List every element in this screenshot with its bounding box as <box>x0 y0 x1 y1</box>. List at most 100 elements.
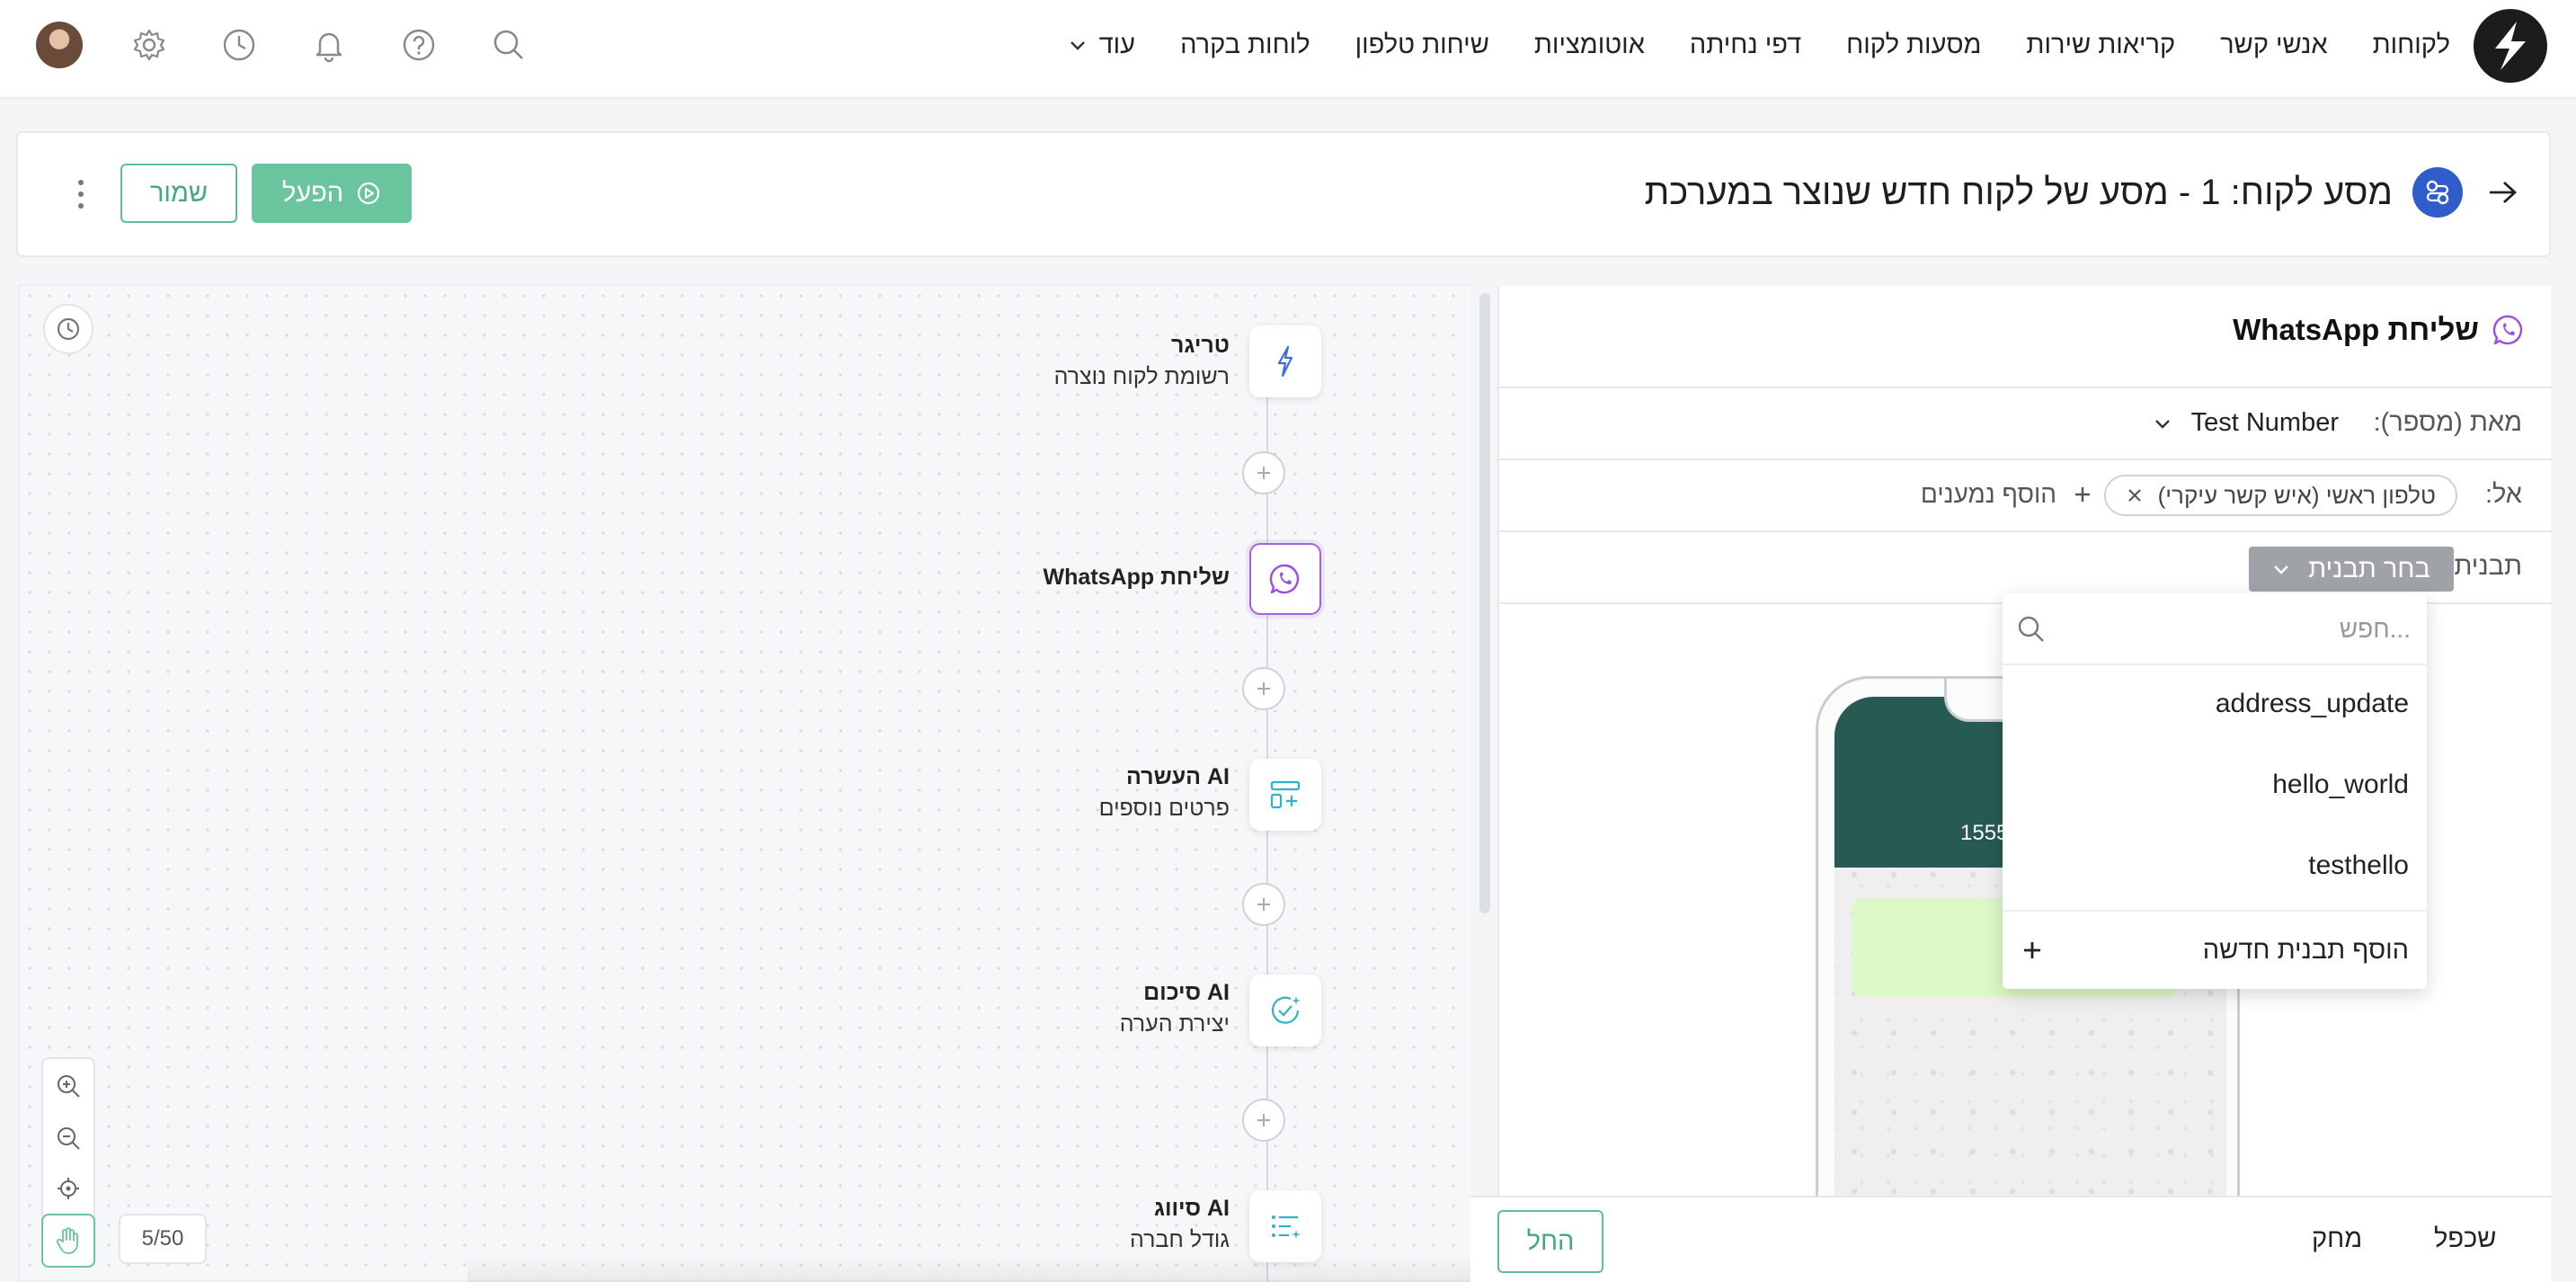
canvas-scrollbar[interactable] <box>1479 293 1490 913</box>
nav-item-dashboards[interactable]: לוחות בקרה <box>1180 31 1310 60</box>
ai-enrich-node-text: AI העשרה פרטים נוספים <box>1099 764 1230 822</box>
journey-title-bar: מסע לקוח: 1 - מסע של לקוח חדש שנוצר במער… <box>16 131 2551 257</box>
add-step-button[interactable] <box>1242 883 1285 926</box>
logo-icon <box>2495 22 2526 70</box>
plus-icon <box>1257 467 1270 479</box>
back-arrow-icon[interactable] <box>2483 173 2522 212</box>
nav-item-phone-calls[interactable]: שיחות טלפון <box>1355 31 1489 60</box>
divider <box>1499 458 2553 460</box>
whatsapp-node[interactable] <box>1249 543 1321 615</box>
trigger-node[interactable] <box>1249 325 1321 397</box>
clock-icon[interactable] <box>214 20 264 70</box>
from-label: מאת (מספר): <box>2373 408 2522 437</box>
node-title: שליחת WhatsApp <box>1043 565 1230 590</box>
help-icon[interactable] <box>394 20 444 70</box>
recipient-chip: טלפון ראשי (איש קשר עיקרי) <box>2103 475 2457 516</box>
more-options-icon[interactable] <box>70 176 92 212</box>
template-option[interactable]: testhello <box>2308 850 2409 881</box>
node-subtitle: גודל חברה <box>1130 1227 1230 1252</box>
search-icon[interactable] <box>484 20 534 70</box>
plus-icon <box>1257 1114 1270 1126</box>
close-icon[interactable] <box>2126 486 2144 504</box>
node-title: טריגר <box>1170 333 1230 358</box>
delete-button[interactable]: מחק <box>2312 1224 2362 1254</box>
play-circle-icon <box>358 182 380 205</box>
nav-item-contacts[interactable]: אנשי קשר <box>2220 31 2327 60</box>
whatsapp-icon <box>2492 315 2523 345</box>
add-step-button[interactable] <box>1242 667 1285 710</box>
node-subtitle: רשומת לקוח נוצרה <box>1053 364 1230 389</box>
node-subtitle: יצירת הערה <box>1119 1011 1230 1037</box>
node-title: AI העשרה <box>1126 764 1230 789</box>
app-logo[interactable] <box>2474 9 2547 83</box>
add-step-button[interactable] <box>1242 451 1285 494</box>
chevron-down-icon <box>2154 419 2170 429</box>
nav-item-landing-pages[interactable]: דפי נחיתה <box>1690 31 1801 60</box>
plus-icon <box>1257 898 1270 911</box>
duplicate-button[interactable]: שכפל <box>2434 1224 2496 1254</box>
main-menu: לקוחות אנשי קשר קריאות שירות מסעות לקוח … <box>1069 0 2450 90</box>
chat-phone-number: 1555 <box>1960 821 2009 845</box>
template-option[interactable]: hello_world <box>2272 770 2409 800</box>
add-step-button[interactable] <box>1242 1099 1285 1142</box>
divider <box>1499 387 2553 388</box>
zoom-in-icon[interactable] <box>43 1061 93 1111</box>
template-option[interactable]: address_update <box>2216 689 2409 719</box>
add-template-button[interactable]: הוסף תבנית חדשה <box>2003 910 2427 989</box>
panel-footer: החל מחק שכפל <box>1470 1196 2551 1282</box>
bolt-icon <box>1277 345 1293 378</box>
add-template-label: הוסף תבנית חדשה <box>2202 935 2409 965</box>
journey-icon <box>2412 167 2463 218</box>
from-number-select[interactable]: Test Number <box>2154 408 2339 438</box>
panel-header: שליחת WhatsApp <box>2233 313 2526 347</box>
node-title: AI סיכום <box>1143 980 1230 1005</box>
nav-item-service-calls[interactable]: קריאות שירות <box>2026 31 2175 60</box>
page-title: מסע לקוח: 1 - מסע של לקוח חדש שנוצר במער… <box>1644 173 2393 212</box>
top-navigation: לקוחות אנשי קשר קריאות שירות מסעות לקוח … <box>0 0 2576 99</box>
trigger-node-text: טריגר רשומת לקוח נוצרה <box>1054 333 1230 390</box>
nav-item-customers[interactable]: לקוחות <box>2373 31 2450 60</box>
step-settings-panel: שליחת WhatsApp מאת (מספר): Test Number א… <box>1497 286 2553 1282</box>
template-label: תבנית: <box>2447 552 2522 581</box>
to-label: אל: <box>2484 480 2522 509</box>
from-number-value: Test Number <box>2190 408 2339 437</box>
nav-more-label: עוד <box>1098 30 1136 59</box>
plus-icon <box>1257 682 1270 695</box>
zoom-out-icon[interactable] <box>43 1113 93 1163</box>
pan-hand-icon[interactable] <box>41 1214 95 1268</box>
ai-classify-node[interactable] <box>1249 1190 1321 1262</box>
classify-icon <box>1272 1215 1301 1239</box>
history-clock-icon[interactable] <box>43 304 93 354</box>
template-select-label: בחר תבנית <box>2308 554 2430 583</box>
run-button[interactable]: הפעל <box>252 164 412 223</box>
chevron-down-icon <box>2274 565 2289 574</box>
run-button-label: הפעל <box>281 178 344 208</box>
plus-icon <box>2024 942 2040 958</box>
whatsapp-icon <box>1269 564 1300 594</box>
add-recipients-button[interactable]: הוסף נמענים <box>1921 480 2092 509</box>
ai-summary-node-text: AI סיכום יצירת הערה <box>1120 980 1230 1037</box>
fit-view-icon[interactable] <box>43 1163 93 1214</box>
chevron-down-icon <box>1070 41 1085 50</box>
apply-button[interactable]: החל <box>1497 1210 1603 1273</box>
ai-enrich-node[interactable] <box>1249 759 1321 831</box>
save-button[interactable]: שמור <box>120 164 237 223</box>
nav-utility-icons <box>36 20 573 70</box>
enrich-icon <box>1270 780 1301 809</box>
node-title: AI סיווג <box>1153 1196 1230 1221</box>
summary-icon <box>1271 996 1301 1024</box>
template-search <box>2003 593 2427 665</box>
ai-summary-node[interactable] <box>1249 975 1321 1046</box>
gear-icon[interactable] <box>124 20 174 70</box>
panel-title: שליחת WhatsApp <box>2233 313 2479 346</box>
nav-more-menu[interactable]: עוד <box>1069 31 1135 60</box>
nav-item-automations[interactable]: אוטומציות <box>1534 31 1645 60</box>
template-select[interactable]: בחר תבנית <box>2249 547 2454 592</box>
avatar[interactable] <box>36 22 83 68</box>
nav-item-customer-journeys[interactable]: מסעות לקוח <box>1846 31 1981 60</box>
template-search-input[interactable] <box>2069 611 2411 647</box>
divider <box>1499 530 2553 532</box>
canvas-bottom-shadow <box>467 1255 1474 1282</box>
ai-classify-node-text: AI סיווג גודל חברה <box>1130 1196 1230 1253</box>
bell-icon[interactable] <box>304 20 354 70</box>
